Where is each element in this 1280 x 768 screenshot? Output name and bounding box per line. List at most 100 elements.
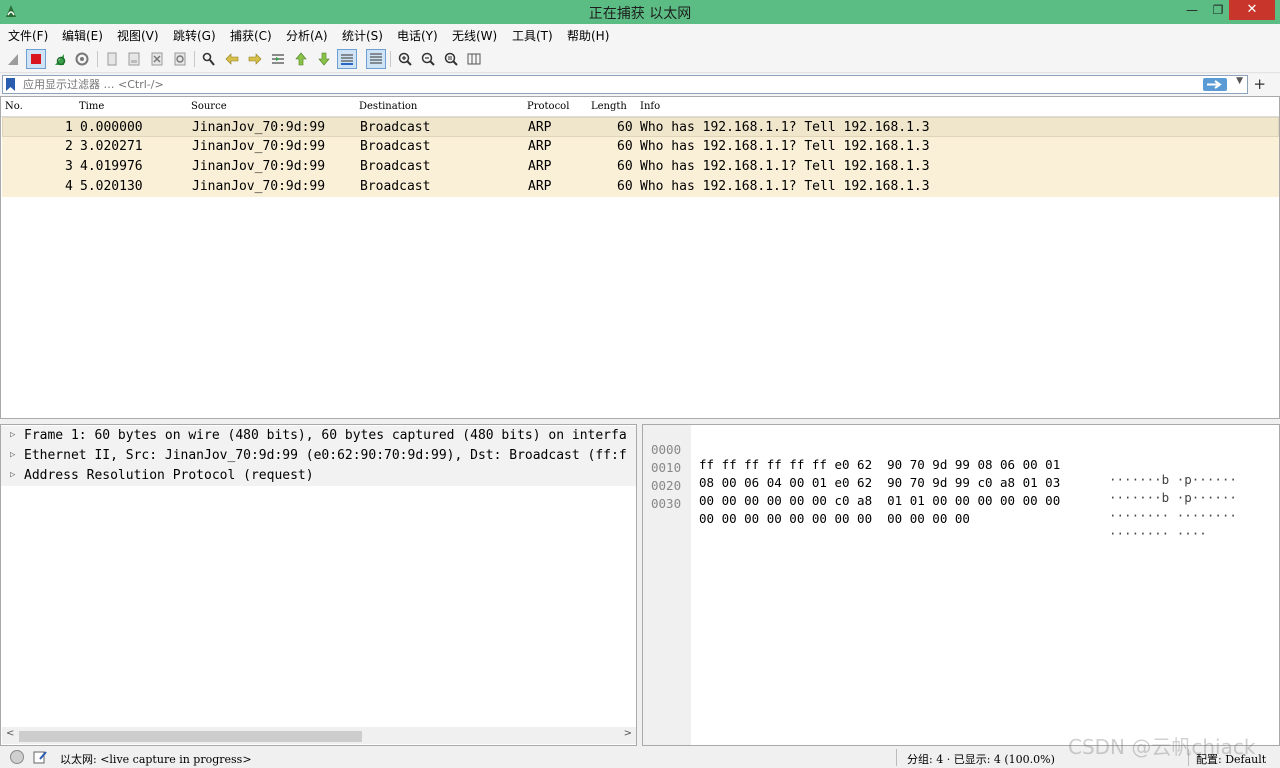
arrow-right-icon [248, 53, 262, 65]
bytes-row[interactable]: 0010 08 00 06 04 00 01 e0 62 90 70 9d 99… [643, 445, 1237, 505]
restart-capture-button[interactable] [50, 49, 70, 69]
cell-info: Who has 192.168.1.1? Tell 192.168.1.3 [640, 179, 930, 194]
zoom-in-button[interactable] [395, 49, 415, 69]
column-header-destination[interactable]: Destination [359, 101, 417, 112]
cell-source: JinanJov_70:9d:99 [192, 179, 326, 194]
arrow-left-icon [225, 53, 239, 65]
reload-file-button[interactable] [170, 49, 190, 69]
column-header-protocol[interactable]: Protocol [527, 101, 569, 112]
table-row[interactable]: 2 3.020271 JinanJov_70:9d:99 Broadcast A… [2, 137, 1279, 157]
bookmark-icon[interactable] [6, 78, 15, 91]
menu-tools[interactable]: 工具(T) [512, 27, 553, 44]
bytes-ascii: ········ ········ [1109, 508, 1237, 523]
main-toolbar [0, 45, 1280, 73]
cell-source: JinanJov_70:9d:99 [192, 159, 326, 174]
status-separator [896, 749, 897, 766]
start-capture-button[interactable] [4, 49, 24, 69]
cell-no: 2 [65, 139, 73, 154]
expert-info-icon[interactable] [10, 750, 24, 764]
go-forward-button[interactable] [245, 49, 265, 69]
cell-destination: Broadcast [360, 159, 431, 174]
watermark: CSDN @云帆chiack [1068, 735, 1256, 759]
display-filter-input[interactable] [23, 77, 1173, 92]
tree-item-ethernet[interactable]: ▷ Ethernet II, Src: JinanJov_70:9d:99 (e… [1, 446, 636, 466]
normal-size-button[interactable] [441, 49, 461, 69]
column-header-length[interactable]: Length [591, 101, 627, 112]
cell-protocol: ARP [528, 179, 552, 194]
cell-time: 3.020271 [80, 139, 143, 154]
arrow-right-icon [1207, 80, 1222, 89]
capture-status-text: 以太网: <live capture in progress> [60, 753, 252, 766]
scroll-left-icon[interactable]: < [6, 728, 14, 739]
menu-file[interactable]: 文件(F) [8, 27, 48, 44]
menu-telephony[interactable]: 电话(Y) [397, 27, 438, 44]
arrow-down-icon [318, 52, 330, 66]
close-file-button[interactable] [147, 49, 167, 69]
close-button[interactable]: ✕ [1229, 0, 1275, 20]
menu-bar: 文件(F) 编辑(E) 视图(V) 跳转(G) 捕获(C) 分析(A) 统计(S… [0, 24, 1280, 45]
tree-item-frame[interactable]: ▷ Frame 1: 60 bytes on wire (480 bits), … [1, 426, 636, 446]
open-file-button[interactable] [102, 49, 122, 69]
colorize-button[interactable] [366, 49, 386, 69]
menu-go[interactable]: 跳转(G) [173, 27, 216, 44]
resize-columns-button[interactable] [464, 49, 484, 69]
menu-analyze[interactable]: 分析(A) [286, 27, 328, 44]
cell-length: 60 [617, 159, 633, 174]
column-header-source[interactable]: Source [191, 101, 227, 112]
menu-help[interactable]: 帮助(H) [567, 27, 609, 44]
menu-edit[interactable]: 编辑(E) [62, 27, 103, 44]
bytes-row[interactable]: 0020 00 00 00 00 00 00 c0 a8 01 01 00 00… [643, 463, 1237, 523]
table-row[interactable]: 4 5.020130 JinanJov_70:9d:99 Broadcast A… [2, 177, 1279, 197]
display-filter-box: ▼ [2, 75, 1248, 94]
capture-comment-icon[interactable] [32, 749, 48, 765]
save-file-button[interactable] [124, 49, 144, 69]
menu-statistics[interactable]: 统计(S) [342, 27, 383, 44]
shark-fin-icon [8, 54, 18, 65]
toolbar-separator [97, 51, 98, 67]
last-packet-button[interactable] [314, 49, 334, 69]
bytes-ascii: ········ ···· [1109, 526, 1207, 541]
add-filter-button[interactable]: + [1253, 75, 1266, 93]
first-packet-button[interactable] [291, 49, 311, 69]
maximize-button[interactable]: ❐ [1204, 0, 1232, 21]
chevron-right-icon[interactable]: ▷ [10, 470, 15, 480]
horizontal-scrollbar[interactable]: < > [2, 727, 636, 744]
tree-item-arp[interactable]: ▷ Address Resolution Protocol (request) [1, 466, 636, 486]
scroll-right-icon[interactable]: > [624, 728, 632, 739]
find-packet-button[interactable] [199, 49, 219, 69]
cell-time: 5.020130 [80, 179, 143, 194]
apply-filter-button[interactable] [1203, 78, 1227, 91]
chevron-right-icon[interactable]: ▷ [10, 430, 15, 440]
filter-history-dropdown[interactable]: ▼ [1236, 76, 1243, 86]
table-row[interactable]: 3 4.019976 JinanJov_70:9d:99 Broadcast A… [2, 157, 1279, 177]
cell-protocol: ARP [528, 159, 552, 174]
bytes-row[interactable]: 0030 00 00 00 00 00 00 00 00 00 00 00 00… [643, 481, 1207, 541]
close-file-icon [151, 52, 163, 66]
cell-info: Who has 192.168.1.1? Tell 192.168.1.3 [640, 139, 930, 154]
minimize-button[interactable]: — [1178, 0, 1206, 21]
capture-options-button[interactable] [72, 49, 92, 69]
go-back-button[interactable] [222, 49, 242, 69]
menu-view[interactable]: 视图(V) [117, 27, 159, 44]
restart-icon [55, 54, 66, 66]
auto-scroll-button[interactable] [337, 49, 357, 69]
scrollbar-thumb[interactable] [19, 731, 362, 742]
column-header-info[interactable]: Info [640, 101, 660, 112]
go-to-packet-button[interactable] [268, 49, 288, 69]
cell-length: 60 [617, 120, 633, 135]
menu-wireless[interactable]: 无线(W) [452, 27, 497, 44]
stop-capture-button[interactable] [26, 49, 46, 69]
toolbar-separator [194, 51, 195, 67]
column-header-no[interactable]: No. [5, 101, 23, 112]
packet-list-header: No. Time Source Destination Protocol Len… [1, 97, 1279, 117]
search-icon [202, 52, 215, 66]
stop-icon [31, 54, 41, 64]
bytes-row[interactable]: 0000 ff ff ff ff ff ff e0 62 90 70 9d 99… [643, 427, 1237, 487]
table-row[interactable]: 1 0.000000 JinanJov_70:9d:99 Broadcast A… [2, 117, 1279, 137]
column-header-time[interactable]: Time [79, 101, 104, 112]
chevron-right-icon[interactable]: ▷ [10, 450, 15, 460]
bytes-hex: ff ff ff ff ff ff e0 62 90 70 9d 99 08 0… [699, 457, 1061, 472]
menu-capture[interactable]: 捕获(C) [230, 27, 272, 44]
zoom-out-button[interactable] [418, 49, 438, 69]
window-title: 正在捕获 以太网 [588, 6, 692, 22]
